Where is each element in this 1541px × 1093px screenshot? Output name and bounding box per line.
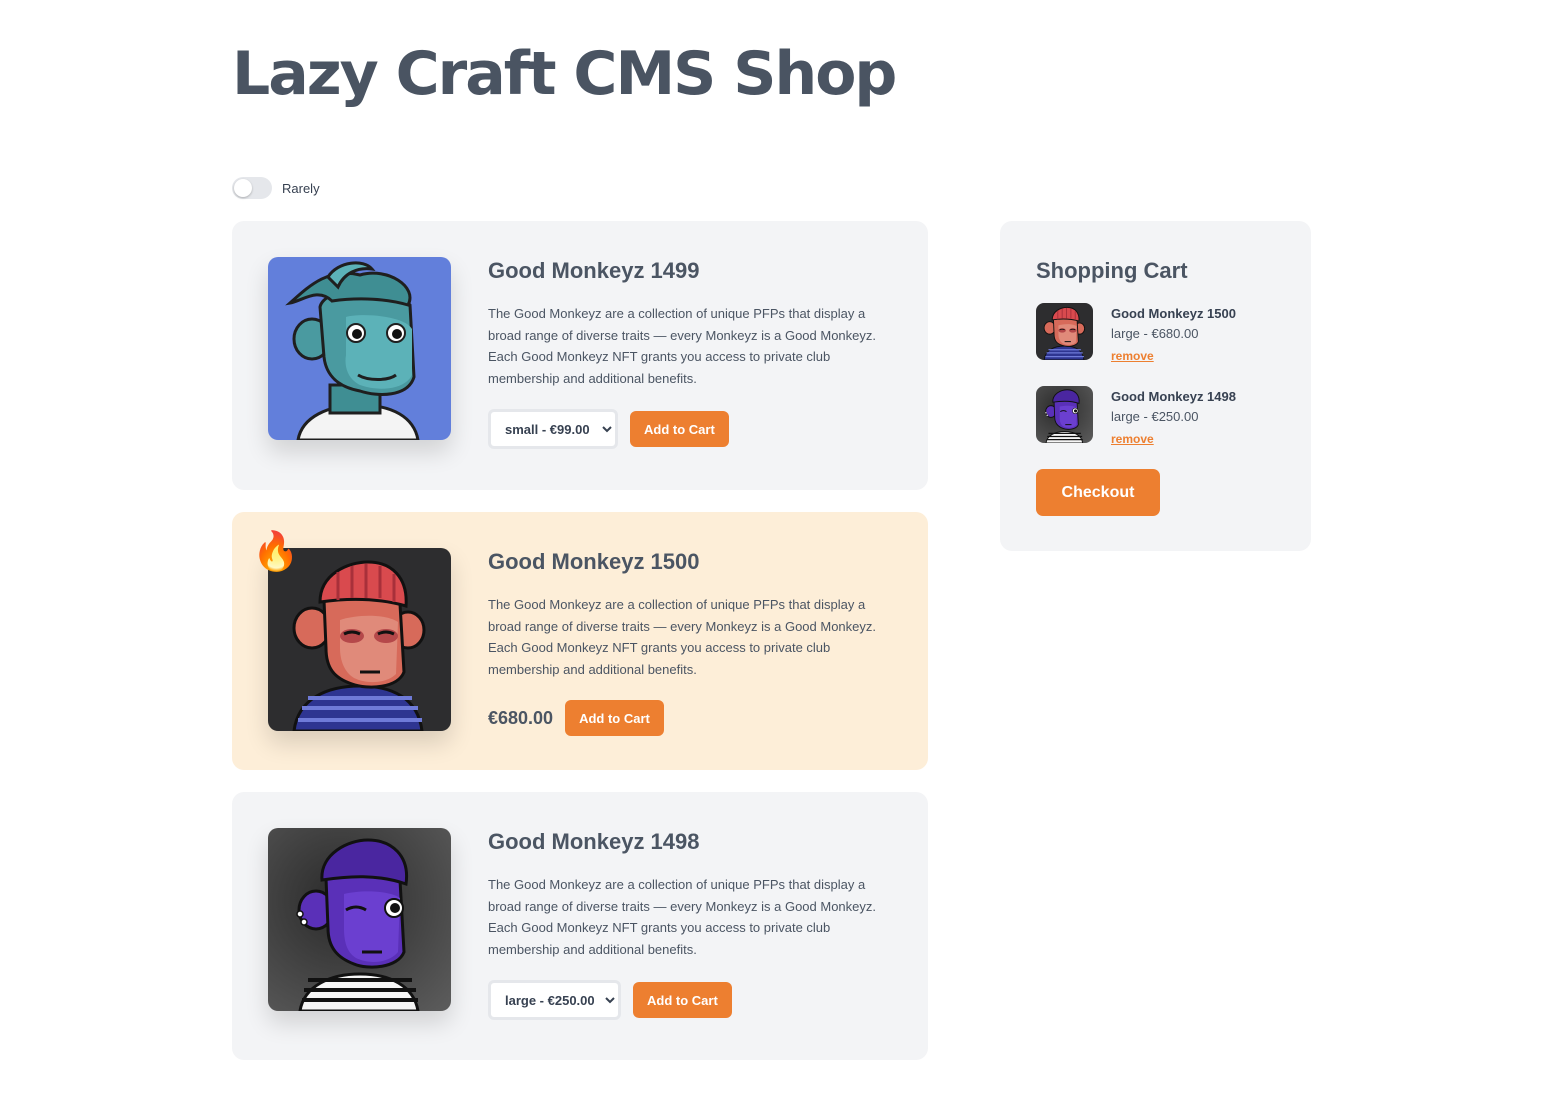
add-to-cart-button[interactable]: Add to Cart [565,700,664,737]
product-description: The Good Monkeyz are a collection of uni… [488,306,877,386]
cart-item-price: large - €680.00 [1111,326,1199,341]
add-to-cart-button[interactable]: Add to Cart [633,982,732,1019]
page-title: Lazy Craft CMS Shop [232,39,897,109]
cart-item-name: Good Monkeyz 1498 [1111,389,1236,404]
toggle-knob [234,179,252,197]
product-info: Good Monkeyz 1499 The Good Monkeyz are a… [488,257,898,450]
cart-title: Shopping Cart [1036,258,1188,283]
shopping-cart: Shopping Cart Good Monkeyz 1500 large - … [1000,221,1311,551]
product-card-featured: 🔥 Good Monkeyz 1500 The Good Monkeyz are… [232,512,928,770]
product-actions: €680.00 Add to Cart [488,700,898,737]
product-name: Good Monkeyz 1500 [488,549,700,574]
purple-monkey-thumb-icon [1036,386,1093,443]
add-to-cart-button[interactable]: Add to Cart [630,411,729,448]
product-description: The Good Monkeyz are a collection of uni… [488,877,877,957]
remove-link[interactable]: remove [1111,345,1236,367]
red-monkey-thumb-icon [1036,303,1093,360]
product-info: Good Monkeyz 1498 The Good Monkeyz are a… [488,828,898,1021]
variant-select[interactable]: small - €99.00 [488,409,618,450]
red-monkey-avatar-icon [268,548,451,731]
product-name: Good Monkeyz 1499 [488,258,700,283]
product-card: Good Monkeyz 1499 The Good Monkeyz are a… [232,221,928,490]
variant-select[interactable]: large - €250.00 [488,980,621,1021]
product-description: The Good Monkeyz are a collection of uni… [488,597,877,677]
checkout-button[interactable]: Checkout [1036,469,1160,516]
cart-item-details: Good Monkeyz 1498 large - €250.00 remove [1111,388,1236,450]
product-card: Good Monkeyz 1498 The Good Monkeyz are a… [232,792,928,1060]
cart-item-details: Good Monkeyz 1500 large - €680.00 remove [1111,305,1236,367]
product-actions: large - €250.00 Add to Cart [488,980,898,1021]
product-info: Good Monkeyz 1500 The Good Monkeyz are a… [488,548,898,737]
rarely-toggle[interactable] [232,177,272,199]
teal-monkey-avatar-icon [268,257,451,440]
purple-monkey-avatar-icon [268,828,451,1011]
cart-item-name: Good Monkeyz 1500 [1111,306,1236,321]
product-name: Good Monkeyz 1498 [488,829,700,854]
cart-item-price: large - €250.00 [1111,409,1199,424]
remove-link[interactable]: remove [1111,428,1236,450]
toggle-label: Rarely [282,180,320,196]
product-price: €680.00 [488,707,554,728]
rarity-filter: Rarely [232,177,320,199]
product-actions: small - €99.00 Add to Cart [488,409,898,450]
fire-icon: 🔥 [252,531,300,573]
